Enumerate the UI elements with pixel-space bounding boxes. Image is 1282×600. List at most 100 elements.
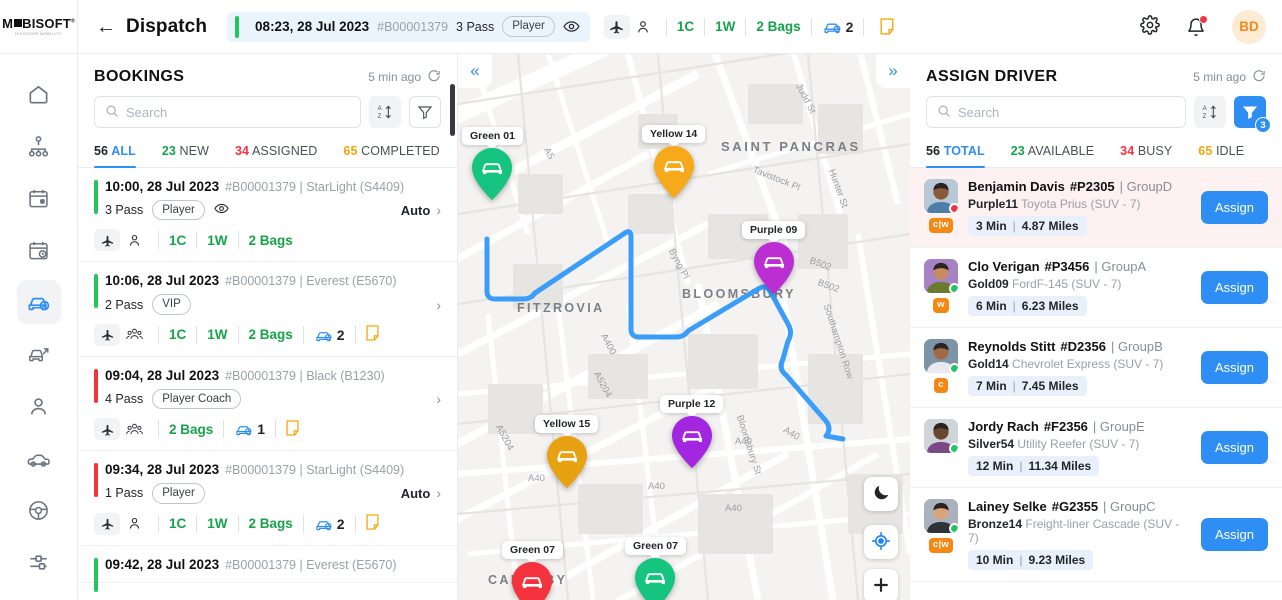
sidebar-item-settings[interactable] — [17, 540, 61, 584]
drivers-tab-busy[interactable]: 34 BUSY — [1120, 138, 1172, 167]
eye-icon[interactable] — [563, 18, 580, 35]
note-icon[interactable] — [874, 15, 900, 39]
sidebar-item-calendar[interactable] — [17, 176, 61, 220]
eye-icon[interactable] — [214, 201, 229, 219]
brand-logo[interactable]: M BISOFT® DISCOVER MOBILITY — [0, 0, 78, 54]
driver-status-dot — [949, 203, 958, 213]
bookings-scrollbar[interactable] — [450, 84, 455, 136]
collapse-right-button[interactable]: » — [876, 54, 910, 88]
booking-card[interactable]: 10:06, 28 Jul 2023 #B00001379 | Everest (… — [78, 262, 457, 357]
sidebar-item-drivers[interactable] — [17, 488, 61, 532]
booking-action[interactable]: Auto — [401, 486, 431, 501]
assign-button[interactable]: Assign — [1200, 191, 1268, 224]
booking-card[interactable]: 09:34, 28 Jul 2023 #B00001379 | StarLight… — [78, 451, 457, 546]
gear-icon[interactable] — [1140, 15, 1160, 38]
chevron-right-icon[interactable]: › — [436, 485, 441, 501]
driver-filter-button[interactable]: 3 — [1234, 96, 1271, 133]
map-vehicle-pin[interactable]: Green 01 — [462, 127, 523, 203]
back-button[interactable]: ← — [96, 17, 116, 37]
brand-name: M BISOFT® — [2, 16, 75, 31]
bookings-tab-completed[interactable]: 65 COMPLETED — [343, 138, 439, 167]
assign-button[interactable]: Assign — [1200, 518, 1268, 551]
bookings-tab-all[interactable]: 56 ALL — [94, 138, 136, 168]
map-vehicle-pin[interactable]: Green 07 — [502, 541, 563, 600]
drivers-tab-idle[interactable]: 65 IDLE — [1198, 138, 1244, 167]
map-vehicle-pin[interactable]: Yellow 14 — [642, 125, 706, 201]
drivers-tabs: 56 TOTAL 23 AVAILABLE 34 BUSY 65 IDLE — [910, 138, 1282, 168]
map-vehicle-pin[interactable]: Purple 12 — [660, 395, 724, 471]
booking-card[interactable]: 09:04, 28 Jul 2023 #B00001379 | Black (B1… — [78, 357, 457, 452]
search-input[interactable] — [126, 104, 350, 120]
plane-icon[interactable] — [94, 229, 120, 252]
driver-row[interactable]: c Reynolds Stitt #D2356 | GroupB Gold14 Chev… — [910, 328, 1282, 408]
booking-card[interactable]: 10:00, 28 Jul 2023 #B00001379 | StarLight… — [78, 168, 457, 263]
map-vehicle-pin[interactable]: Yellow 15 — [535, 415, 599, 491]
note-icon[interactable] — [366, 514, 379, 533]
booking-ref: #B00001379 | Everest (E5670) — [225, 274, 397, 289]
bookings-tab-new[interactable]: 23 NEW — [162, 138, 209, 167]
divider — [223, 420, 225, 439]
plane-icon[interactable] — [94, 418, 120, 441]
refresh-icon[interactable] — [1252, 69, 1266, 86]
bookings-list[interactable]: 10:00, 28 Jul 2023 #B00001379 | StarLight… — [78, 168, 457, 600]
booking-card[interactable]: 09:42, 28 Jul 2023 #B00001379 | Everest (… — [78, 546, 457, 592]
sidebar-item-vehicles[interactable] — [17, 436, 61, 480]
assign-button[interactable]: Assign — [1200, 431, 1268, 464]
drivers-tab-total[interactable]: 56 TOTAL — [926, 138, 985, 168]
sidebar-item-passengers[interactable] — [17, 384, 61, 428]
driver-id: #G2355 — [1051, 499, 1099, 514]
drivers-tab-available[interactable]: 23 AVAILABLE — [1011, 138, 1094, 167]
driver-row[interactable]: w Clo Verigan #P3456 | GroupA Gold09 FordF-1… — [910, 248, 1282, 328]
stat-bags: 2 Bags — [756, 19, 801, 34]
booking-pass: 3 Pass — [105, 203, 144, 218]
plane-icon[interactable] — [94, 323, 120, 346]
map-panel[interactable]: « » SAINT PANCRASBLOOMSBURYFITZROVIACARN… — [458, 54, 910, 600]
driver-search-input-wrapper[interactable] — [926, 96, 1186, 128]
bookings-tab-assigned[interactable]: 34 ASSIGNED — [235, 138, 317, 167]
avatar[interactable]: BD — [1232, 9, 1266, 44]
note-icon[interactable] — [286, 419, 299, 439]
collapse-left-button[interactable]: « — [458, 54, 492, 88]
sidebar-item-schedule[interactable] — [17, 228, 61, 272]
driver-row[interactable]: Jordy Rach #F2356 | GroupE Silver54 Utility… — [910, 408, 1282, 488]
sidebar-item-dispatch[interactable] — [16, 280, 61, 324]
map-control-locate[interactable] — [864, 525, 898, 559]
chevron-right-icon[interactable]: › — [436, 391, 441, 407]
sidebar-item-home[interactable] — [17, 72, 61, 116]
chevron-right-icon[interactable]: › — [436, 297, 441, 313]
driver-sort-button[interactable]: AZ — [1194, 96, 1226, 128]
map-vehicle-pin[interactable]: Purple 09 — [742, 221, 806, 297]
map-pin-label: Green 07 — [625, 537, 686, 555]
booking-action[interactable]: Auto — [401, 203, 431, 218]
drivers-list[interactable]: c|w Benjamin Davis #P2305 | GroupD Purple11 … — [910, 168, 1282, 600]
driver-row[interactable]: c|w Lainey Selke #G2355 | GroupC Bronze14 Fr… — [910, 488, 1282, 582]
assign-button[interactable]: Assign — [1200, 351, 1268, 384]
driver-id: #P2305 — [1069, 179, 1115, 194]
car-pin-icon — [546, 436, 587, 491]
plane-icon[interactable] — [94, 512, 120, 535]
map-control-zoom-in[interactable] — [864, 569, 898, 600]
sort-button[interactable]: AZ — [369, 96, 401, 128]
search-input-wrapper[interactable] — [94, 96, 361, 128]
booking-tag: Player — [152, 200, 205, 221]
map-control-dark-mode[interactable] — [864, 477, 898, 511]
driver-search-input[interactable] — [958, 104, 1175, 120]
plane-icon[interactable] — [603, 14, 630, 39]
filter-button[interactable] — [409, 96, 441, 128]
driver-row[interactable]: c|w Benjamin Davis #P2305 | GroupD Purple11 … — [910, 168, 1282, 248]
notifications-button[interactable] — [1186, 14, 1208, 37]
sidebar-item-org-chart[interactable] — [17, 124, 61, 168]
chevron-right-icon[interactable]: › — [436, 202, 441, 218]
card-stat-w: 1W — [207, 516, 228, 531]
divider — [158, 231, 159, 250]
refresh-icon[interactable] — [427, 69, 441, 86]
sliders-icon — [30, 554, 47, 570]
assign-button[interactable]: Assign — [1200, 271, 1268, 304]
driver-name: Reynolds Stitt — [968, 339, 1056, 354]
stat-c: 1C — [676, 19, 695, 34]
note-icon[interactable] — [366, 325, 379, 344]
active-trip-chip[interactable]: 08:23, 28 Jul 2023 #B00001379 3 Pass Pla… — [227, 11, 590, 42]
map-vehicle-pin[interactable]: Green 07 — [625, 537, 686, 600]
sidebar-item-transfers[interactable] — [17, 332, 61, 376]
driver-eta: 12 Min — [976, 459, 1014, 473]
